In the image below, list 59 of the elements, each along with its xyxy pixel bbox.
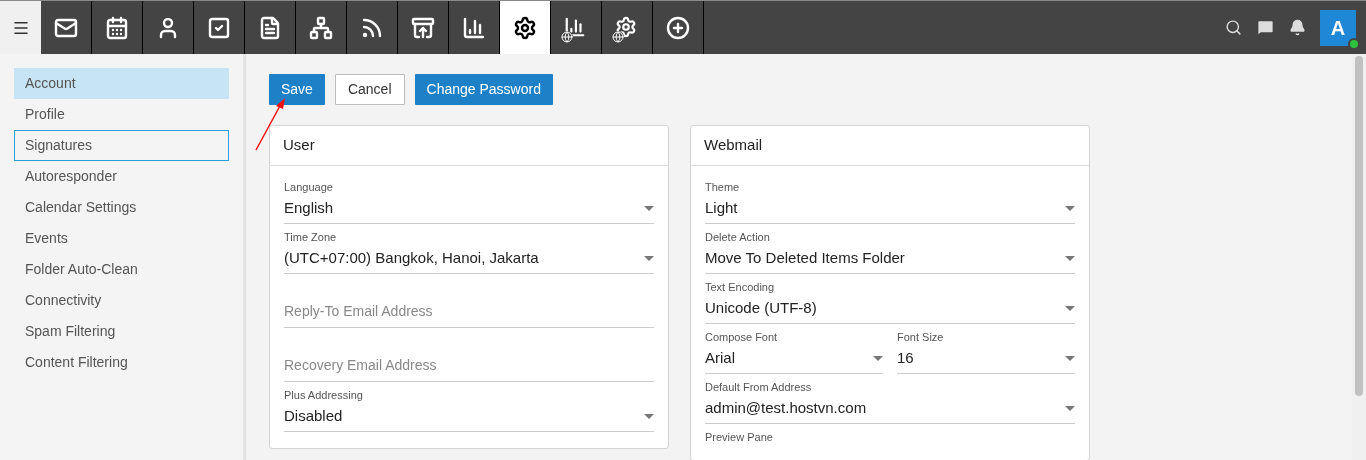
select-field[interactable]: Unicode (UTF-8): [705, 294, 1075, 324]
sidebar-item[interactable]: Connectivity: [14, 285, 229, 316]
inbox-icon: [411, 15, 435, 40]
dropdown-caret-icon: [1065, 255, 1075, 262]
field-label: Delete Action: [705, 230, 771, 244]
checkbox-icon: [207, 15, 231, 40]
avatar-button[interactable]: A: [1320, 9, 1356, 46]
input-field[interactable]: Reply-To Email Address: [284, 294, 654, 328]
field-label: Time Zone: [284, 230, 338, 244]
select-field[interactable]: Disabled: [284, 402, 654, 432]
select-field[interactable]: (UTC+07:00) Bangkok, Hanoi, Jakarta: [284, 244, 654, 274]
calendar-icon: [105, 15, 129, 40]
dropdown-caret-icon: [644, 413, 654, 420]
dropdown-caret-icon: [1065, 305, 1075, 312]
sidebar-item[interactable]: Spam Filtering: [14, 316, 229, 347]
sidebar-item[interactable]: Calendar Settings: [14, 192, 229, 223]
select-field[interactable]: 16: [897, 344, 1075, 374]
chat-button[interactable]: [1256, 18, 1275, 37]
field-label: Plus Addressing: [284, 388, 364, 402]
select-field[interactable]: English: [284, 194, 654, 224]
input-field[interactable]: Recovery Email Address: [284, 348, 654, 382]
field-label: Default From Address: [705, 380, 813, 394]
sidebar-item[interactable]: Events: [14, 223, 229, 254]
dropdown-caret-icon: [644, 205, 654, 212]
card-title: Webmail: [691, 126, 1089, 166]
field-label: Compose Font: [705, 330, 779, 344]
select-field[interactable]: Light: [705, 194, 1075, 224]
action-button[interactable]: Cancel: [334, 74, 405, 105]
notifications-button[interactable]: [1289, 19, 1306, 36]
field-label: Preview Pane: [705, 430, 774, 444]
dropdown-caret-icon: [1065, 355, 1075, 362]
card-title: User: [270, 126, 668, 166]
dropdown-caret-icon: [873, 355, 883, 362]
network-icon: [309, 15, 333, 40]
select-field[interactable]: admin@test.hostvn.com: [705, 394, 1075, 424]
action-button[interactable]: Change Password: [414, 74, 553, 105]
menu-button[interactable]: [0, 1, 41, 54]
dropdown-caret-icon: [1065, 205, 1075, 212]
sidebar-item[interactable]: Content Filtering: [14, 347, 229, 378]
sidebar-item[interactable]: Signatures: [14, 130, 229, 161]
dropdown-caret-icon: [1065, 405, 1075, 412]
search-button[interactable]: [1225, 19, 1242, 36]
action-button[interactable]: Save: [269, 74, 325, 105]
field-label: Language: [284, 180, 334, 194]
sidebar-item[interactable]: Autoresponder: [14, 161, 229, 192]
sidebar-item[interactable]: Account: [14, 68, 229, 99]
app-tab[interactable]: [500, 1, 551, 54]
settings-icon: [513, 15, 537, 40]
dropdown-caret-icon: [644, 255, 654, 262]
field-label: Font Size: [897, 330, 945, 344]
select-field[interactable]: Move To Deleted Items Folder: [705, 244, 1075, 274]
field-label: Theme: [705, 180, 741, 194]
bar-chart-icon: [462, 15, 486, 40]
document-icon: [258, 15, 282, 40]
select-field[interactable]: Arial: [705, 344, 883, 374]
sidebar-item[interactable]: Folder Auto-Clean: [14, 254, 229, 285]
field-label: Text Encoding: [705, 280, 776, 294]
sidebar-item[interactable]: Profile: [14, 99, 229, 130]
plus-circle-icon: [666, 15, 690, 40]
